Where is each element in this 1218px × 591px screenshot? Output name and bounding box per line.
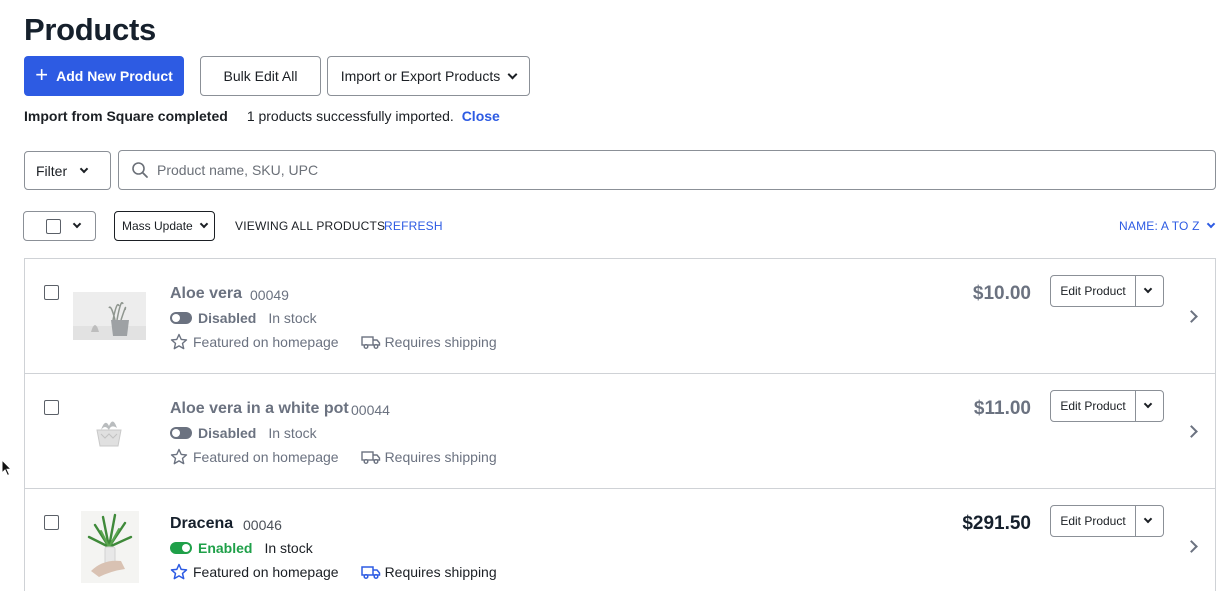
edit-product-button[interactable]: Edit Product — [1051, 276, 1136, 306]
search-box[interactable] — [118, 150, 1216, 190]
aloe-vera-image — [73, 292, 146, 340]
stock-label: In stock — [268, 425, 317, 441]
product-sku: 00046 — [243, 517, 282, 533]
bulk-edit-all-button[interactable]: Bulk Edit All — [200, 56, 321, 96]
chevron-down-icon[interactable] — [72, 219, 82, 229]
dracena-image — [81, 511, 139, 583]
chevron-right-icon[interactable] — [1185, 540, 1198, 553]
status-label: Enabled — [198, 540, 253, 556]
product-row[interactable]: Aloe vera 00049 Disabled In stock Featur… — [25, 259, 1215, 374]
product-name[interactable]: Aloe vera in a white pot — [170, 400, 349, 418]
shipping-info: Requires shipping — [360, 564, 497, 580]
edit-product-split-button[interactable]: Edit Product — [1050, 505, 1164, 537]
status-toggle[interactable] — [170, 542, 192, 554]
notice-title: Import from Square completed — [24, 108, 228, 124]
edit-product-split-button[interactable]: Edit Product — [1050, 275, 1164, 307]
truck-icon — [360, 566, 380, 580]
product-sku: 00044 — [351, 402, 390, 418]
shipping-label: Requires shipping — [384, 564, 497, 580]
product-meta: Featured on homepage Requires shipping — [170, 448, 497, 466]
featured-label: Featured on homepage — [193, 449, 339, 465]
status-toggle[interactable] — [170, 427, 192, 439]
search-icon — [132, 162, 148, 178]
product-name[interactable]: Aloe vera — [170, 285, 242, 303]
chevron-down-icon — [1206, 219, 1215, 229]
product-list: Aloe vera 00049 Disabled In stock Featur… — [24, 258, 1216, 591]
product-meta: Featured on homepage Requires shipping — [170, 563, 497, 581]
row-checkbox[interactable] — [44, 515, 59, 530]
star-outline-icon — [170, 333, 188, 350]
product-thumbnail — [73, 292, 146, 340]
notice-message-wrap: 1 products successfully imported. Close — [247, 108, 500, 124]
edit-product-button[interactable]: Edit Product — [1051, 391, 1136, 421]
select-all-dropdown[interactable] — [23, 211, 96, 241]
chevron-down-icon[interactable] — [1143, 514, 1153, 524]
featured-label: Featured on homepage — [193, 564, 339, 580]
shipping-label: Requires shipping — [384, 334, 497, 350]
stock-label: In stock — [264, 540, 313, 556]
stock-label: In stock — [268, 310, 317, 326]
edit-product-split-button[interactable]: Edit Product — [1050, 390, 1164, 422]
sort-label: NAME: A TO Z — [1119, 219, 1200, 233]
product-sku: 00049 — [250, 287, 289, 303]
featured-label: Featured on homepage — [193, 334, 339, 350]
select-all-checkbox[interactable] — [46, 218, 61, 234]
import-export-products-button[interactable]: Import or Export Products — [327, 56, 530, 96]
search-input[interactable] — [157, 162, 1057, 178]
status-label: Disabled — [198, 310, 257, 326]
product-price: $291.50 — [962, 513, 1031, 534]
chevron-down-icon — [507, 69, 518, 79]
row-checkbox[interactable] — [44, 285, 59, 300]
star-outline-icon — [170, 563, 188, 580]
sort-dropdown[interactable]: NAME: A TO Z — [1119, 219, 1215, 233]
status-toggle[interactable] — [170, 312, 192, 324]
shipping-info: Requires shipping — [360, 334, 497, 350]
notice-message: 1 products successfully imported. — [246, 108, 454, 124]
product-price: $10.00 — [972, 283, 1031, 304]
truck-icon — [360, 336, 380, 349]
product-thumbnail — [81, 511, 139, 583]
edit-product-button[interactable]: Edit Product — [1051, 506, 1136, 536]
mass-update-label: Mass Update — [122, 219, 193, 233]
product-status: Disabled In stock — [170, 425, 317, 441]
chevron-down-icon — [79, 164, 89, 173]
chevron-down-icon — [199, 219, 208, 229]
mass-update-dropdown[interactable]: Mass Update — [114, 211, 215, 241]
filter-label: Filter — [36, 162, 68, 179]
product-row[interactable]: Dracena 00046 Enabled In stock Featured … — [25, 489, 1215, 591]
notice-close-link[interactable]: Close — [462, 108, 500, 124]
add-new-product-button[interactable]: + Add New Product — [24, 56, 184, 96]
refresh-link[interactable]: REFRESH — [384, 219, 443, 233]
plus-icon: + — [35, 62, 49, 87]
mouse-cursor-icon — [1, 459, 13, 477]
chevron-down-icon[interactable] — [1143, 284, 1153, 294]
product-meta: Featured on homepage Requires shipping — [170, 333, 497, 351]
shipping-label: Requires shipping — [384, 449, 497, 465]
viewing-label: VIEWING ALL PRODUCTS — [235, 219, 386, 233]
product-thumbnail — [89, 414, 129, 450]
product-status: Disabled In stock — [170, 310, 317, 326]
import-notice: Import from Square completed 1 products … — [24, 108, 500, 124]
product-row[interactable]: Aloe vera in a white pot 00044 Disabled … — [25, 374, 1215, 489]
product-status: Enabled In stock — [170, 540, 313, 556]
truck-icon — [360, 451, 380, 464]
chevron-down-icon[interactable] — [1143, 399, 1153, 409]
filter-dropdown[interactable]: Filter — [24, 151, 111, 190]
star-outline-icon — [170, 448, 188, 465]
aloe-white-pot-image — [89, 414, 129, 450]
import-export-label: Import or Export Products — [340, 68, 501, 84]
shipping-info: Requires shipping — [360, 449, 497, 465]
status-label: Disabled — [198, 425, 257, 441]
chevron-right-icon[interactable] — [1185, 310, 1198, 323]
add-new-product-label: Add New Product — [56, 68, 173, 84]
product-name[interactable]: Dracena — [170, 515, 233, 533]
page-title: Products — [24, 12, 156, 47]
row-checkbox[interactable] — [44, 400, 59, 415]
product-price: $11.00 — [973, 398, 1031, 419]
chevron-right-icon[interactable] — [1185, 425, 1198, 438]
